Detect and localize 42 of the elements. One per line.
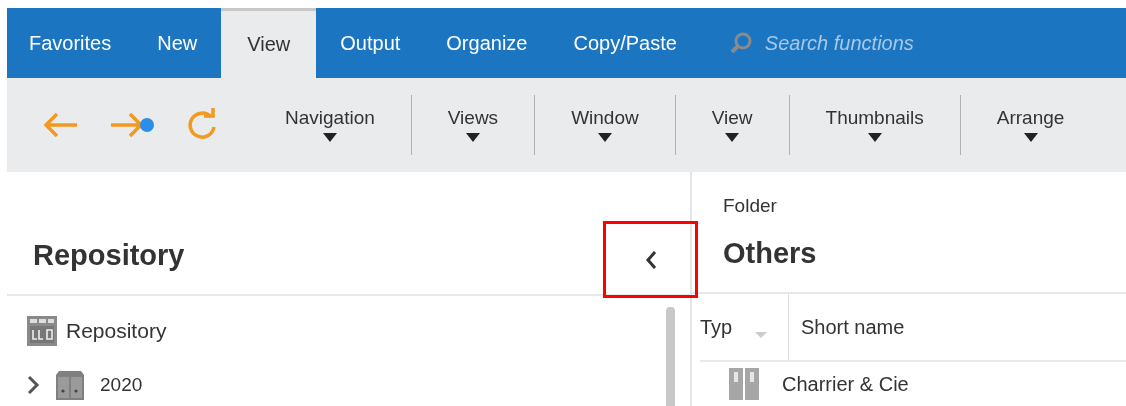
caret-icon (322, 133, 337, 143)
tree-label: 2020 (100, 374, 143, 396)
ribbon-tab[interactable]: Output (318, 8, 423, 78)
ribbon-dropdown[interactable]: Navigation (249, 107, 411, 143)
nav-button[interactable] (43, 110, 79, 140)
chevron-icon[interactable] (26, 375, 40, 395)
table-cell: Charrier & Cie (782, 372, 909, 396)
caret-icon (597, 133, 612, 143)
ribbon-tab[interactable]: Favorites (7, 8, 134, 78)
binder-icon (728, 367, 760, 401)
nav-button[interactable] (109, 110, 155, 140)
sort-caret-icon (755, 332, 767, 339)
forward-arrow-icon (109, 110, 155, 140)
column-header[interactable]: Short name (789, 294, 905, 360)
ribbon-tab[interactable]: New (135, 8, 220, 78)
ribbon-dropdown[interactable]: View (675, 107, 789, 143)
chevron-left-icon (643, 248, 658, 271)
cabinet-icon (54, 369, 86, 401)
caret-icon (1023, 133, 1038, 143)
collapse-button[interactable] (603, 221, 698, 298)
tree-item[interactable]: 2020 (26, 358, 690, 406)
caret-icon (867, 133, 882, 143)
ribbon-tab[interactable]: View (221, 8, 317, 78)
back-arrow-icon (43, 110, 79, 140)
panel-title: Repository (32, 239, 185, 273)
tree-item[interactable]: Repository (26, 304, 690, 358)
tree-label: Repository (66, 319, 167, 343)
search-icon (728, 31, 753, 55)
caret-icon (725, 133, 740, 143)
ribbon-tab[interactable]: Organize (424, 8, 550, 78)
ribbon-dropdown[interactable]: Arrange (960, 107, 1101, 143)
ribbon-dropdown[interactable]: Views (411, 107, 535, 143)
folder-title: Others (723, 237, 818, 270)
ribbon-tab[interactable]: Copy/Paste (551, 8, 699, 78)
folder-label: Folder (723, 195, 778, 217)
ribbon-dropdown[interactable]: Window (535, 107, 675, 143)
column-header[interactable]: Typ (700, 294, 789, 360)
archive-icon (26, 315, 58, 347)
search-field[interactable]: Search functions (764, 31, 985, 55)
ribbon-dropdown[interactable]: Thumbnails (789, 107, 960, 143)
scrollbar[interactable] (666, 307, 675, 406)
caret-icon (465, 133, 480, 143)
